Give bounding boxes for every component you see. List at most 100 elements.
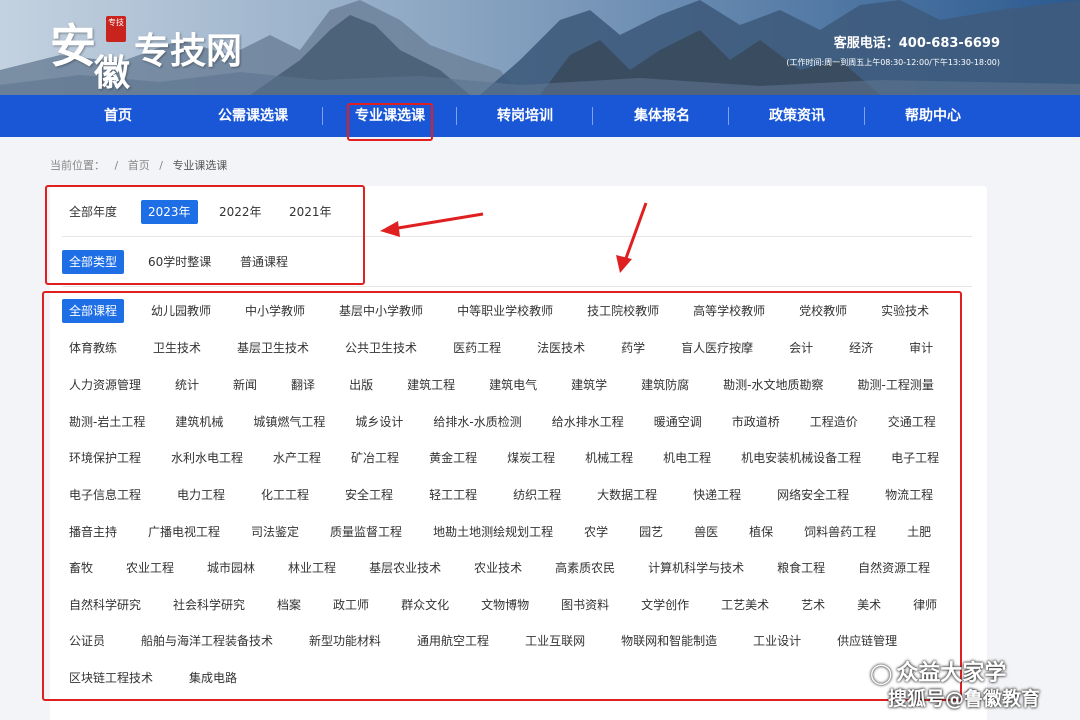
course-category-chip[interactable]: 建筑学 xyxy=(564,373,614,397)
course-category-chip[interactable]: 公证员 xyxy=(62,629,112,653)
course-category-chip[interactable]: 城市园林 xyxy=(200,556,262,580)
course-category-chip[interactable]: 基层农业技术 xyxy=(362,556,448,580)
course-category-chip[interactable]: 电子工程 xyxy=(884,446,946,470)
course-category-chip[interactable]: 电力工程 xyxy=(170,483,232,507)
course-category-chip[interactable]: 经济 xyxy=(842,336,880,360)
course-category-chip[interactable]: 高等学校教师 xyxy=(686,299,772,323)
course-category-chip[interactable]: 农学 xyxy=(577,520,615,544)
course-category-chip[interactable]: 物流工程 xyxy=(878,483,940,507)
course-category-chip[interactable]: 煤炭工程 xyxy=(500,446,562,470)
course-category-chip[interactable]: 艺术 xyxy=(794,593,832,617)
course-category-chip[interactable]: 黄金工程 xyxy=(422,446,484,470)
course-category-chip[interactable]: 社会科学研究 xyxy=(166,593,252,617)
course-category-chip[interactable]: 群众文化 xyxy=(394,593,456,617)
course-category-chip[interactable]: 新型功能材料 xyxy=(302,629,388,653)
course-category-chip[interactable]: 饲料兽药工程 xyxy=(797,520,883,544)
course-category-chip[interactable]: 基层中小学教师 xyxy=(332,299,430,323)
course-category-chip[interactable]: 纺织工程 xyxy=(506,483,568,507)
course-category-chip[interactable]: 医药工程 xyxy=(446,336,508,360)
course-category-chip[interactable]: 通用航空工程 xyxy=(410,629,496,653)
course-category-chip[interactable]: 机电安装机械设备工程 xyxy=(734,446,868,470)
course-category-chip[interactable]: 翻译 xyxy=(284,373,322,397)
course-category-chip[interactable]: 物联网和智能制造 xyxy=(614,629,724,653)
course-category-chip[interactable]: 中等职业学校教师 xyxy=(450,299,560,323)
course-category-chip[interactable]: 出版 xyxy=(342,373,380,397)
course-category-chip[interactable]: 轻工工程 xyxy=(422,483,484,507)
course-category-chip[interactable]: 工程造价 xyxy=(803,410,865,434)
course-category-chip[interactable]: 勘测-岩土工程 xyxy=(62,410,152,434)
course-category-chip[interactable]: 粮食工程 xyxy=(770,556,832,580)
course-category-chip[interactable]: 律师 xyxy=(906,593,944,617)
course-category-chip[interactable]: 司法鉴定 xyxy=(244,520,306,544)
course-category-chip[interactable]: 林业工程 xyxy=(281,556,343,580)
course-category-chip[interactable]: 给水排水工程 xyxy=(545,410,631,434)
course-category-chip[interactable]: 网络安全工程 xyxy=(770,483,856,507)
course-category-chip[interactable]: 水利水电工程 xyxy=(164,446,250,470)
course-category-chip[interactable]: 自然资源工程 xyxy=(851,556,937,580)
course-category-chip[interactable]: 市政道桥 xyxy=(725,410,787,434)
nav-home[interactable]: 首页 xyxy=(78,95,158,137)
course-category-chip[interactable]: 图书资料 xyxy=(554,593,616,617)
nav-help-center[interactable]: 帮助中心 xyxy=(893,95,973,137)
course-category-chip[interactable]: 工业互联网 xyxy=(518,629,592,653)
course-category-chip[interactable]: 快递工程 xyxy=(686,483,748,507)
course-category-chip[interactable]: 工艺美术 xyxy=(714,593,776,617)
nav-policy-news[interactable]: 政策资讯 xyxy=(757,95,837,137)
nav-transfer-training[interactable]: 转岗培训 xyxy=(485,95,565,137)
course-category-chip[interactable]: 城乡设计 xyxy=(348,410,410,434)
breadcrumb-home[interactable]: 首页 xyxy=(128,159,150,172)
course-category-chip[interactable]: 美术 xyxy=(850,593,888,617)
course-category-chip[interactable]: 建筑工程 xyxy=(400,373,462,397)
course-category-chip[interactable]: 体育教练 xyxy=(62,336,124,360)
course-category-chip[interactable]: 勘测-工程测量 xyxy=(850,373,940,397)
course-category-chip[interactable]: 水产工程 xyxy=(266,446,328,470)
course-category-chip[interactable]: 矿冶工程 xyxy=(344,446,406,470)
course-category-chip[interactable]: 农业工程 xyxy=(119,556,181,580)
course-category-chip[interactable]: 药学 xyxy=(614,336,652,360)
course-category-chip[interactable]: 建筑机械 xyxy=(168,410,230,434)
course-category-chip[interactable]: 区块链工程技术 xyxy=(62,666,160,690)
course-category-chip[interactable]: 技工院校教师 xyxy=(580,299,666,323)
course-category-chip[interactable]: 集成电路 xyxy=(182,666,244,690)
course-category-chip[interactable]: 党校教师 xyxy=(792,299,854,323)
course-category-chip[interactable]: 新闻 xyxy=(226,373,264,397)
nav-group-enroll[interactable]: 集体报名 xyxy=(622,95,702,137)
course-category-chip[interactable]: 卫生技术 xyxy=(146,336,208,360)
nav-public-courses[interactable]: 公需课选课 xyxy=(205,95,301,137)
course-category-chip[interactable]: 暖通空调 xyxy=(647,410,709,434)
course-category-chip[interactable]: 实验技术 xyxy=(874,299,936,323)
course-category-chip[interactable]: 安全工程 xyxy=(338,483,400,507)
course-category-chip[interactable]: 电子信息工程 xyxy=(62,483,148,507)
course-category-chip[interactable]: 环境保护工程 xyxy=(62,446,148,470)
course-category-chip[interactable]: 给排水-水质检测 xyxy=(426,410,528,434)
course-category-chip[interactable]: 基层卫生技术 xyxy=(230,336,316,360)
course-category-chip[interactable]: 会计 xyxy=(782,336,820,360)
course-category-chip[interactable]: 建筑电气 xyxy=(482,373,544,397)
course-category-chip[interactable]: 幼儿园教师 xyxy=(144,299,218,323)
course-category-chip[interactable]: 政工师 xyxy=(326,593,376,617)
course-category-chip[interactable]: 农业技术 xyxy=(467,556,529,580)
course-category-chip[interactable]: 文物博物 xyxy=(474,593,536,617)
course-category-chip[interactable]: 计算机科学与技术 xyxy=(641,556,751,580)
course-category-chip[interactable]: 交通工程 xyxy=(881,410,943,434)
course-category-chip[interactable]: 兽医 xyxy=(687,520,725,544)
course-category-chip[interactable]: 质量监督工程 xyxy=(323,520,409,544)
course-category-chip[interactable]: 船舶与海洋工程装备技术 xyxy=(134,629,280,653)
course-category-chip[interactable]: 大数据工程 xyxy=(590,483,664,507)
course-category-chip[interactable]: 土肥 xyxy=(900,520,938,544)
course-category-chip[interactable]: 供应链管理 xyxy=(830,629,904,653)
course-category-chip[interactable]: 机电工程 xyxy=(656,446,718,470)
course-category-chip[interactable]: 高素质农民 xyxy=(548,556,622,580)
course-category-chip[interactable]: 建筑防腐 xyxy=(634,373,696,397)
course-category-chip[interactable]: 畜牧 xyxy=(62,556,100,580)
course-category-chip[interactable]: 统计 xyxy=(168,373,206,397)
course-category-chip[interactable]: 公共卫生技术 xyxy=(338,336,424,360)
course-category-chip[interactable]: 法医技术 xyxy=(530,336,592,360)
course-category-chip[interactable]: 广播电视工程 xyxy=(141,520,227,544)
course-category-chip[interactable]: 盲人医疗按摩 xyxy=(674,336,760,360)
course-category-chip[interactable]: 勘测-水文地质勘察 xyxy=(716,373,830,397)
course-category-chip[interactable]: 全部课程 xyxy=(62,299,125,323)
course-category-chip[interactable]: 文学创作 xyxy=(634,593,696,617)
course-category-chip[interactable]: 园艺 xyxy=(632,520,670,544)
course-category-chip[interactable]: 播音主持 xyxy=(62,520,124,544)
